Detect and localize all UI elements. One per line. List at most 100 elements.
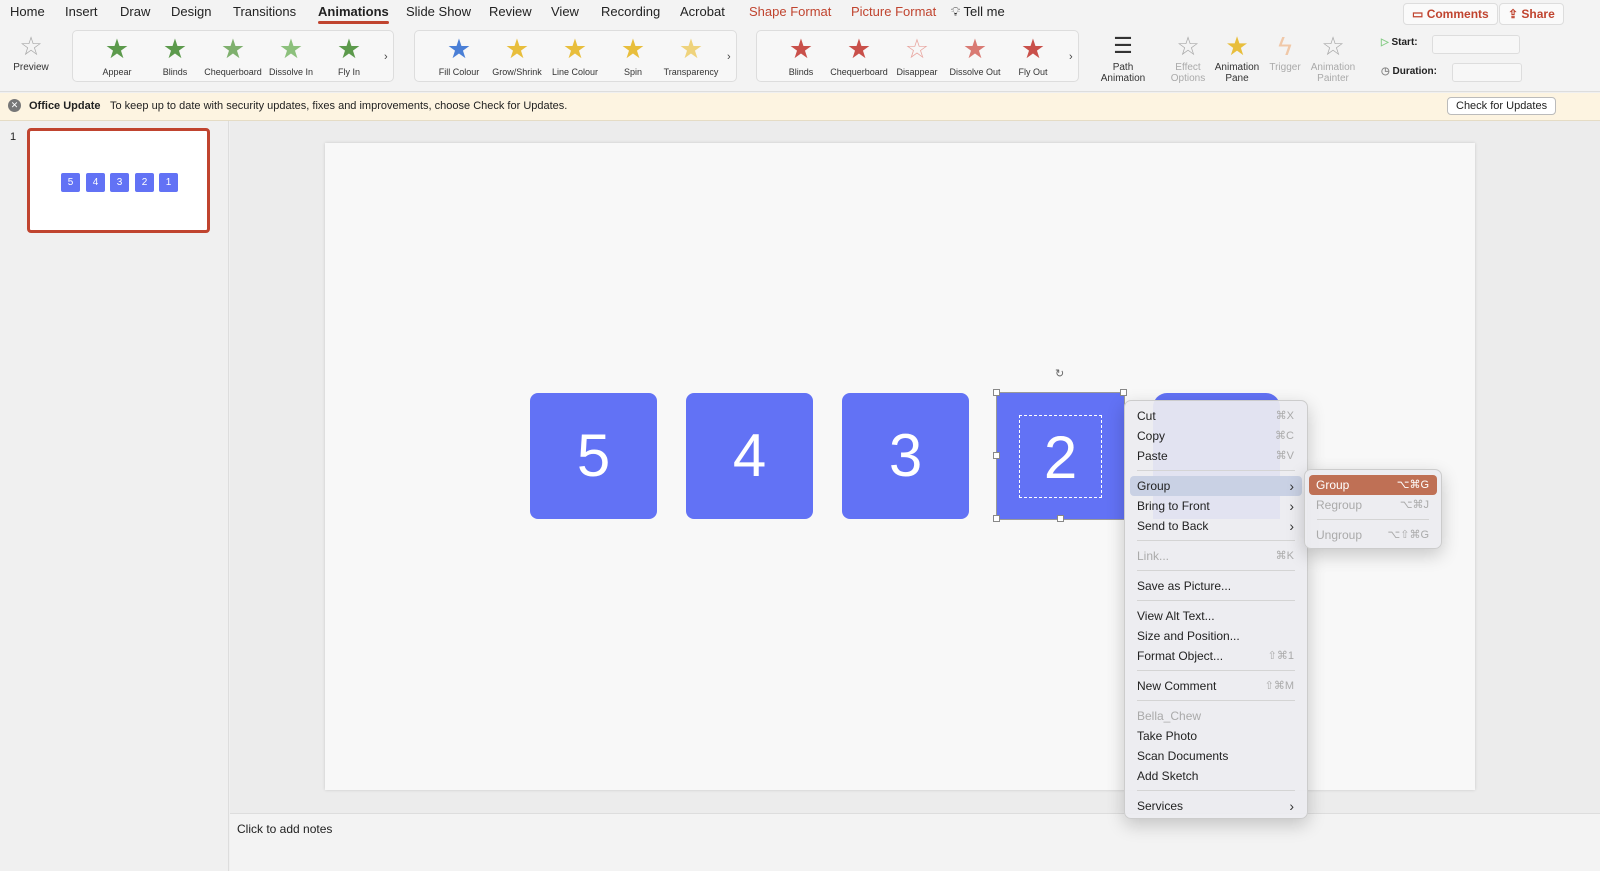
animation-painter-button[interactable]: ☆ Animation Painter xyxy=(1308,30,1358,84)
entrance-effects-gallery: ★ Appear ★ Blinds ★ Chequerboard ★ Dissolve … xyxy=(72,30,394,82)
effect-blinds-out[interactable]: ★ Blinds xyxy=(772,31,830,77)
effect-label: Chequerboard xyxy=(204,67,262,77)
label: Effect xyxy=(1175,62,1201,73)
separator xyxy=(1137,670,1295,671)
lightbulb-icon: 💡︎ xyxy=(951,4,961,19)
menu-item-add-sketch[interactable]: Add Sketch xyxy=(1130,766,1302,786)
star-outline-icon: ☆ xyxy=(904,34,930,64)
tab-design[interactable]: Design xyxy=(171,4,211,19)
tab-review[interactable]: Review xyxy=(489,4,532,19)
menu-label: Services xyxy=(1137,799,1184,813)
share-icon: ⇪ xyxy=(1508,7,1519,21)
menu-item-save-as-picture[interactable]: Save as Picture... xyxy=(1130,576,1302,596)
tab-acrobat[interactable]: Acrobat xyxy=(680,4,725,19)
tab-view[interactable]: View xyxy=(551,4,579,19)
comments-button[interactable]: ▭ Comments xyxy=(1403,3,1498,25)
menu-item-paste[interactable]: Paste ⌘V xyxy=(1130,446,1302,466)
star-brush-icon: ☆ xyxy=(1321,31,1345,61)
more-chevron-icon[interactable]: › xyxy=(727,51,731,63)
shape-2-text: 2 xyxy=(1019,415,1102,498)
rotate-handle-icon[interactable]: ↻ xyxy=(1055,367,1064,380)
shape-5[interactable]: 5 xyxy=(530,393,657,519)
tab-animations[interactable]: Animations xyxy=(318,4,389,24)
menu-shortcut: ⌘K xyxy=(1275,550,1294,562)
effect-blinds[interactable]: ★ Blinds xyxy=(146,31,204,77)
effect-transparency[interactable]: ★ Transparency xyxy=(662,31,720,77)
preview-button[interactable]: ☆ Preview xyxy=(8,30,54,73)
share-label: Share xyxy=(1521,7,1555,21)
effect-chequerboard[interactable]: ★ Chequerboard xyxy=(204,31,262,77)
thumb-shape: 5 xyxy=(61,173,80,192)
effect-dissolve-out[interactable]: ★ Dissolve Out xyxy=(946,31,1004,77)
tab-shape-format[interactable]: Shape Format xyxy=(749,4,831,19)
shape-4[interactable]: 4 xyxy=(686,393,813,519)
star-outline-icon: ☆ xyxy=(19,31,43,61)
effect-fill-colour[interactable]: ★ Fill Colour xyxy=(430,31,488,77)
tab-recording[interactable]: Recording xyxy=(601,4,660,19)
emphasis-effects-gallery: ★ Fill Colour ★ Grow/Shrink ★ Line Colour ★… xyxy=(414,30,737,82)
path-animation-button[interactable]: ☰ Path Animation xyxy=(1098,30,1148,84)
menu-item-copy[interactable]: Copy ⌘C xyxy=(1130,426,1302,446)
menu-item-view-alt-text[interactable]: View Alt Text... xyxy=(1130,606,1302,626)
check-for-updates-button[interactable]: Check for Updates xyxy=(1447,97,1557,115)
menu-label: Regroup xyxy=(1316,498,1363,512)
resize-handle[interactable] xyxy=(1057,515,1064,522)
trigger-button[interactable]: ϟ Trigger xyxy=(1265,30,1305,73)
more-chevron-icon[interactable]: › xyxy=(384,51,388,63)
tell-me[interactable]: 💡︎ Tell me xyxy=(951,4,1005,20)
menu-item-take-photo[interactable]: Take Photo xyxy=(1130,726,1302,746)
menu-item-new-comment[interactable]: New Comment ⇧⌘M xyxy=(1130,676,1302,696)
resize-handle[interactable] xyxy=(1120,389,1127,396)
shape-3[interactable]: 3 xyxy=(842,393,969,519)
submenu-item-group[interactable]: Group ⌥⌘G xyxy=(1309,475,1437,495)
effect-line-colour[interactable]: ★ Line Colour xyxy=(546,31,604,77)
animation-pane-button[interactable]: ★ Animation Pane xyxy=(1212,30,1262,84)
submenu-item-regroup[interactable]: Regroup ⌥⌘J xyxy=(1309,495,1437,515)
effect-label: Fly In xyxy=(337,67,360,77)
duration-stepper[interactable] xyxy=(1452,63,1522,82)
effect-fly-out[interactable]: ★ Fly Out xyxy=(1004,31,1062,77)
menu-item-group[interactable]: Group › xyxy=(1130,476,1302,496)
notes-pane[interactable]: Click to add notes xyxy=(230,813,1600,871)
star-icon: ★ xyxy=(846,34,872,64)
effect-grow-shrink[interactable]: ★ Grow/Shrink xyxy=(488,31,546,77)
effect-fly-in[interactable]: ★ Fly In xyxy=(320,31,378,77)
submenu-item-ungroup[interactable]: Ungroup ⌥⇧⌘G xyxy=(1309,525,1437,545)
resize-handle[interactable] xyxy=(993,515,1000,522)
tab-picture-format[interactable]: Picture Format xyxy=(851,4,936,19)
slide-thumbnail[interactable]: 5 4 3 2 1 xyxy=(27,128,210,233)
effect-dissolve-in[interactable]: ★ Dissolve In xyxy=(262,31,320,77)
star-icon: ★ xyxy=(336,34,362,64)
menu-item-size-and-position[interactable]: Size and Position... xyxy=(1130,626,1302,646)
resize-handle[interactable] xyxy=(993,452,1000,459)
start-select[interactable] xyxy=(1432,35,1520,54)
more-chevron-icon[interactable]: › xyxy=(1069,51,1073,63)
effect-options-button[interactable]: ☆ Effect Options xyxy=(1166,30,1210,84)
effect-label: Spin xyxy=(623,67,642,77)
effect-chequerboard-out[interactable]: ★ Chequerboard xyxy=(830,31,888,77)
tab-insert[interactable]: Insert xyxy=(65,4,98,19)
star-gear-icon: ☆ xyxy=(1176,31,1200,61)
menu-item-send-to-back[interactable]: Send to Back › xyxy=(1130,516,1302,536)
menu-item-services[interactable]: Services › xyxy=(1130,796,1302,816)
menu-item-cut[interactable]: Cut ⌘X xyxy=(1130,406,1302,426)
menu-item-link[interactable]: Link... ⌘K xyxy=(1130,546,1302,566)
tab-home[interactable]: Home xyxy=(10,4,45,19)
share-button[interactable]: ⇪ Share xyxy=(1499,3,1564,25)
notes-placeholder: Click to add notes xyxy=(237,822,333,836)
tab-transitions[interactable]: Transitions xyxy=(233,4,296,19)
close-icon[interactable]: ✕ xyxy=(8,99,21,112)
star-icon: ★ xyxy=(104,34,130,64)
menu-item-bring-to-front[interactable]: Bring to Front › xyxy=(1130,496,1302,516)
menu-item-scan-documents[interactable]: Scan Documents xyxy=(1130,746,1302,766)
effect-spin[interactable]: ★ Spin xyxy=(604,31,662,77)
effect-disappear[interactable]: ☆ Disappear xyxy=(888,31,946,77)
resize-handle[interactable] xyxy=(993,389,1000,396)
slide-thumbnails-pane: 1 5 4 3 2 1 xyxy=(0,121,229,871)
label: Path xyxy=(1112,62,1134,73)
tab-slide-show[interactable]: Slide Show xyxy=(406,4,471,19)
menu-item-format-object[interactable]: Format Object... ⇧⌘1 xyxy=(1130,646,1302,666)
effect-appear[interactable]: ★ Appear xyxy=(88,31,146,77)
tab-draw[interactable]: Draw xyxy=(120,4,150,19)
shape-2-selected[interactable]: 2 xyxy=(996,392,1125,520)
